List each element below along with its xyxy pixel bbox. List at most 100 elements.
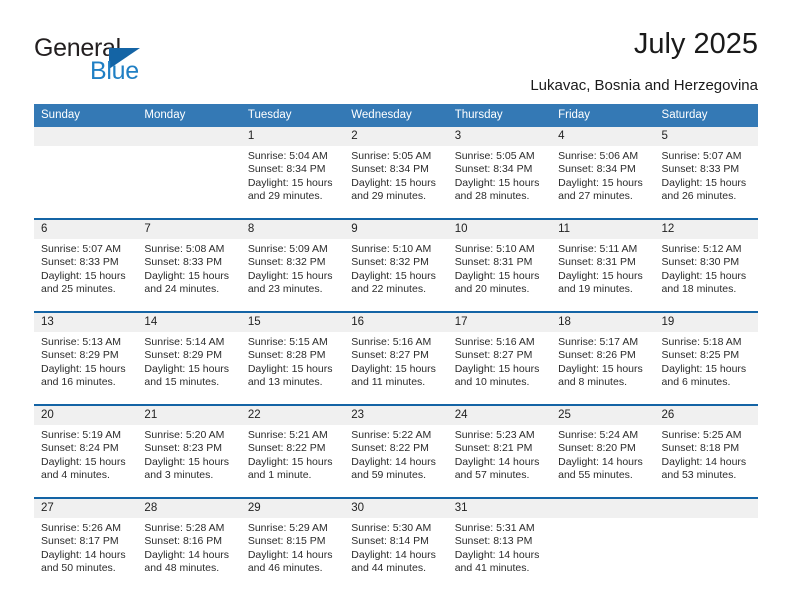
daylight-text: Daylight: 15 hours xyxy=(661,269,747,282)
day-number[interactable]: 11 xyxy=(551,218,655,239)
sunrise-text: Sunrise: 5:10 AM xyxy=(454,243,535,255)
sunset-text: Sunset: 8:16 PM xyxy=(144,535,223,548)
sunrise-text: Sunrise: 5:15 AM xyxy=(247,336,328,348)
sunset-text: Sunset: 8:33 PM xyxy=(144,256,223,269)
day-number[interactable]: 26 xyxy=(654,404,758,425)
day-cell[interactable]: Sunrise: 5:30 AM Sunset: 8:14 PM Daylight:… xyxy=(344,518,448,590)
day-cell[interactable]: Sunrise: 5:25 AM Sunset: 8:18 PM Daylight:… xyxy=(654,425,758,498)
day-cell[interactable]: Sunrise: 5:08 AM Sunset: 8:33 PM Daylight:… xyxy=(137,239,241,312)
day-number[interactable]: 10 xyxy=(447,218,552,239)
weekday-header-tuesday: Tuesday xyxy=(240,104,345,127)
day-number[interactable]: 12 xyxy=(654,218,758,239)
day-number[interactable]: 15 xyxy=(240,311,345,332)
daylight-text: Daylight: 14 hours xyxy=(454,548,540,561)
location-subtitle: Lukavac, Bosnia and Herzegovina xyxy=(530,77,758,94)
day-cell[interactable]: Sunrise: 5:31 AM Sunset: 8:13 PM Daylight:… xyxy=(447,518,552,590)
day-cell[interactable]: Sunrise: 5:14 AM Sunset: 8:29 PM Daylight:… xyxy=(137,332,241,405)
day-number[interactable]: 31 xyxy=(447,497,552,518)
daylight-text: and 48 minutes. xyxy=(144,561,220,574)
day-cell[interactable]: Sunrise: 5:26 AM Sunset: 8:17 PM Daylight:… xyxy=(34,518,138,590)
day-cell[interactable]: Sunrise: 5:20 AM Sunset: 8:23 PM Daylight:… xyxy=(137,425,241,498)
day-cell[interactable]: Sunrise: 5:24 AM Sunset: 8:20 PM Daylight:… xyxy=(551,425,655,498)
day-cell[interactable]: Sunrise: 5:28 AM Sunset: 8:16 PM Daylight:… xyxy=(137,518,241,590)
weekday-header-saturday: Saturday xyxy=(654,104,758,127)
sunrise-text: Sunrise: 5:07 AM xyxy=(661,150,742,162)
daylight-text: Daylight: 14 hours xyxy=(41,548,126,561)
daylight-text: Daylight: 14 hours xyxy=(351,455,436,468)
day-number[interactable]: 30 xyxy=(344,497,448,518)
daylight-text: and 18 minutes. xyxy=(661,282,737,295)
sunset-text: Sunset: 8:20 PM xyxy=(558,442,636,455)
day-cell[interactable]: Sunrise: 5:10 AM Sunset: 8:31 PM Daylight:… xyxy=(447,239,552,312)
day-number[interactable]: 20 xyxy=(34,404,138,425)
sunset-text: Sunset: 8:28 PM xyxy=(247,349,326,362)
day-cell[interactable]: Sunrise: 5:11 AM Sunset: 8:31 PM Daylight:… xyxy=(551,239,655,312)
sunrise-text: Sunrise: 5:05 AM xyxy=(351,150,432,162)
sunset-text: Sunset: 8:34 PM xyxy=(247,163,326,176)
daylight-text: and 25 minutes. xyxy=(41,282,116,295)
daylight-text: and 6 minutes. xyxy=(661,375,731,388)
day-number[interactable]: 22 xyxy=(240,404,345,425)
day-number[interactable]: 24 xyxy=(447,404,552,425)
day-number[interactable]: 17 xyxy=(447,311,552,332)
day-cell[interactable]: Sunrise: 5:18 AM Sunset: 8:25 PM Daylight:… xyxy=(654,332,758,405)
day-cell[interactable]: Sunrise: 5:23 AM Sunset: 8:21 PM Daylight:… xyxy=(447,425,552,498)
day-cell[interactable]: Sunrise: 5:16 AM Sunset: 8:27 PM Daylight:… xyxy=(447,332,552,405)
day-number[interactable]: 7 xyxy=(137,218,241,239)
day-cell[interactable]: Sunrise: 5:17 AM Sunset: 8:26 PM Daylight:… xyxy=(551,332,655,405)
day-number[interactable]: 18 xyxy=(551,311,655,332)
week-info-row: Sunrise: 5:07 AM Sunset: 8:33 PM Daylight:… xyxy=(34,239,758,312)
sunrise-text: Sunrise: 5:25 AM xyxy=(661,429,742,441)
day-cell[interactable]: Sunrise: 5:07 AM Sunset: 8:33 PM Daylight:… xyxy=(654,146,758,219)
day-cell[interactable]: Sunrise: 5:21 AM Sunset: 8:22 PM Daylight:… xyxy=(240,425,345,498)
daylight-text: Daylight: 14 hours xyxy=(661,455,747,468)
day-number[interactable]: 9 xyxy=(344,218,448,239)
sunrise-text: Sunrise: 5:16 AM xyxy=(351,336,432,348)
day-number[interactable]: 2 xyxy=(344,127,448,146)
day-number[interactable]: 27 xyxy=(34,497,138,518)
day-number[interactable]: 28 xyxy=(137,497,241,518)
day-cell[interactable]: Sunrise: 5:22 AM Sunset: 8:22 PM Daylight:… xyxy=(344,425,448,498)
day-number[interactable]: 25 xyxy=(551,404,655,425)
day-cell[interactable]: Sunrise: 5:10 AM Sunset: 8:32 PM Daylight:… xyxy=(344,239,448,312)
day-cell-empty xyxy=(137,146,241,219)
sunset-text: Sunset: 8:32 PM xyxy=(351,256,429,269)
day-cell-empty xyxy=(654,518,758,590)
day-number[interactable]: 4 xyxy=(551,127,655,146)
day-cell[interactable]: Sunrise: 5:19 AM Sunset: 8:24 PM Daylight:… xyxy=(34,425,138,498)
day-number[interactable]: 23 xyxy=(344,404,448,425)
day-cell[interactable]: Sunrise: 5:07 AM Sunset: 8:33 PM Daylight:… xyxy=(34,239,138,312)
day-cell[interactable]: Sunrise: 5:09 AM Sunset: 8:32 PM Daylight:… xyxy=(240,239,345,312)
day-cell[interactable]: Sunrise: 5:29 AM Sunset: 8:15 PM Daylight:… xyxy=(240,518,345,590)
day-cell[interactable]: Sunrise: 5:16 AM Sunset: 8:27 PM Daylight:… xyxy=(344,332,448,405)
sunrise-text: Sunrise: 5:24 AM xyxy=(558,429,639,441)
day-number[interactable]: 13 xyxy=(34,311,138,332)
day-number[interactable]: 6 xyxy=(34,218,138,239)
day-cell[interactable]: Sunrise: 5:12 AM Sunset: 8:30 PM Daylight:… xyxy=(654,239,758,312)
sunset-text: Sunset: 8:27 PM xyxy=(351,349,429,362)
sunrise-text: Sunrise: 5:08 AM xyxy=(144,243,225,255)
daylight-text: and 10 minutes. xyxy=(454,375,530,388)
day-cell[interactable]: Sunrise: 5:05 AM Sunset: 8:34 PM Daylight:… xyxy=(344,146,448,219)
day-cell[interactable]: Sunrise: 5:05 AM Sunset: 8:34 PM Daylight:… xyxy=(447,146,552,219)
day-number[interactable]: 29 xyxy=(240,497,345,518)
daylight-text: and 53 minutes. xyxy=(661,468,737,481)
daylight-text: and 57 minutes. xyxy=(454,468,530,481)
day-number[interactable]: 8 xyxy=(240,218,345,239)
daylight-text: Daylight: 14 hours xyxy=(144,548,230,561)
day-number[interactable]: 14 xyxy=(137,311,241,332)
day-number[interactable]: 5 xyxy=(654,127,758,146)
day-cell[interactable]: Sunrise: 5:15 AM Sunset: 8:28 PM Daylight:… xyxy=(240,332,345,405)
day-number[interactable]: 19 xyxy=(654,311,758,332)
day-number[interactable]: 1 xyxy=(240,127,345,146)
day-cell[interactable]: Sunrise: 5:13 AM Sunset: 8:29 PM Daylight:… xyxy=(34,332,138,405)
day-number[interactable]: 16 xyxy=(344,311,448,332)
daylight-text: and 8 minutes. xyxy=(558,375,627,388)
day-cell[interactable]: Sunrise: 5:04 AM Sunset: 8:34 PM Daylight:… xyxy=(240,146,345,219)
daylight-text: Daylight: 15 hours xyxy=(351,269,436,282)
sunset-text: Sunset: 8:29 PM xyxy=(41,349,119,362)
day-number[interactable]: 21 xyxy=(137,404,241,425)
day-number[interactable]: 3 xyxy=(447,127,552,146)
day-cell[interactable]: Sunrise: 5:06 AM Sunset: 8:34 PM Daylight:… xyxy=(551,146,655,219)
daylight-text: and 20 minutes. xyxy=(454,282,530,295)
